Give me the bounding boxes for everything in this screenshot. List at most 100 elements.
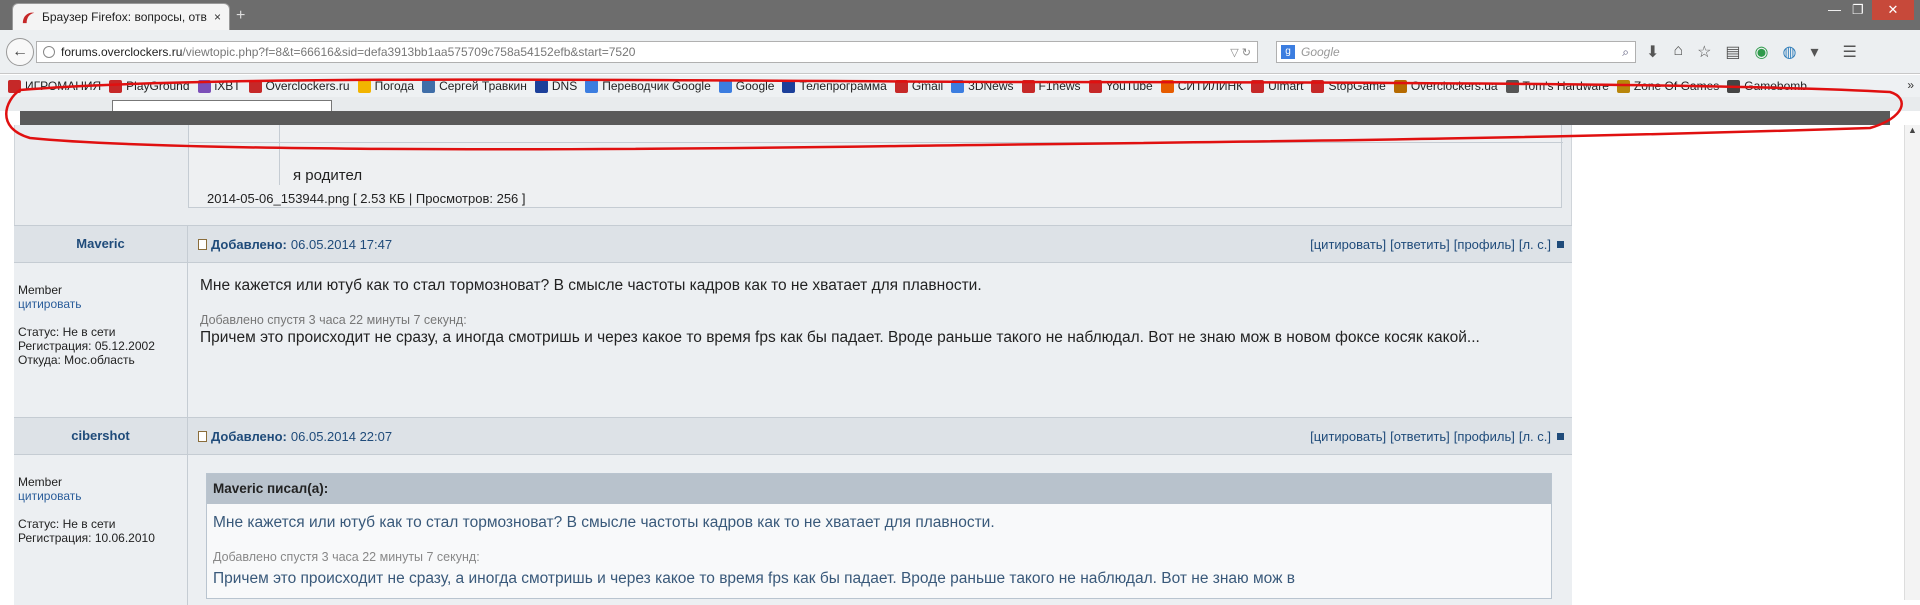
scroll-up-icon[interactable]: ▲: [1905, 125, 1920, 135]
bookmark-item[interactable]: Сергей Травкин: [422, 79, 527, 93]
minimize-button[interactable]: —: [1828, 2, 1841, 17]
bookmark-item[interactable]: Tom's Hardware: [1505, 79, 1609, 93]
google-search-engine-icon[interactable]: g: [1281, 45, 1295, 59]
title-bar: Браузер Firefox: вопросы, отв... × + — ❐…: [0, 0, 1920, 30]
pm-button[interactable]: [л. с.]: [1519, 429, 1551, 444]
quote-body: Мне кажется или ютуб как то стал тормозн…: [207, 504, 1551, 598]
post-doc-icon[interactable]: [198, 431, 207, 442]
bookmark-label: PlayGround: [126, 79, 190, 93]
post-message: Мне кажется или ютуб как то стал тормозн…: [200, 277, 982, 294]
back-button[interactable]: ←: [6, 38, 34, 66]
bookmark-favicon-icon: [1393, 79, 1407, 93]
tab-title: Браузер Firefox: вопросы, отв...: [42, 10, 208, 24]
navigation-toolbar: ← forums.overclockers.ru /viewtopic.php?…: [0, 30, 1920, 74]
bookmark-star-icon[interactable]: ☆: [1697, 42, 1711, 62]
back-arrow-icon: ←: [12, 43, 28, 60]
bookmarks-menu-icon[interactable]: ▤: [1725, 42, 1740, 62]
bookmark-favicon-icon: [1021, 79, 1035, 93]
bookmark-favicon-icon: [951, 79, 965, 93]
added-label: Добавлено:: [211, 429, 287, 444]
home-icon[interactable]: ⌂: [1673, 42, 1683, 62]
new-tab-button[interactable]: +: [236, 7, 245, 25]
bookmark-favicon-icon: [357, 79, 371, 93]
bookmark-item[interactable]: DNS: [534, 79, 578, 93]
page-scrollbar[interactable]: ▲: [1904, 125, 1920, 600]
bookmark-item[interactable]: iXBT: [197, 79, 241, 93]
forum-page: я родител 2014-05-06_153944.png [ 2.53 К…: [0, 125, 1920, 605]
restore-button[interactable]: ❐: [1852, 2, 1864, 18]
reload-icon[interactable]: ▽ ↻: [1230, 46, 1251, 59]
bookmark-item[interactable]: Переводчик Google: [585, 79, 711, 93]
dropdown-icon[interactable]: ▾: [1810, 42, 1818, 62]
bookmark-item[interactable]: ИГРОМАНИЯ: [8, 79, 101, 93]
quote-button[interactable]: [цитировать]: [1310, 237, 1386, 252]
address-bar[interactable]: forums.overclockers.ru /viewtopic.php?f=…: [36, 41, 1258, 63]
quote-link[interactable]: цитировать: [18, 297, 183, 311]
search-bar[interactable]: g Google ⌕: [1276, 41, 1636, 63]
tab-close-button[interactable]: ×: [214, 10, 221, 24]
bookmark-item[interactable]: СИТИЛИНК: [1160, 79, 1243, 93]
quote-button[interactable]: [цитировать]: [1310, 429, 1386, 444]
download-icon[interactable]: ⬇: [1646, 42, 1659, 62]
yandex-search-field[interactable]: [112, 100, 332, 111]
search-placeholder: Google: [1301, 45, 1340, 59]
reply-button[interactable]: [ответить]: [1390, 429, 1450, 444]
bookmark-item[interactable]: Погода: [357, 79, 415, 93]
bookmark-item[interactable]: Ulmart: [1251, 79, 1303, 93]
bookmark-label: Переводчик Google: [602, 79, 711, 93]
bookmark-item[interactable]: Gmail: [894, 79, 943, 93]
bookmark-item[interactable]: Gamebomb: [1727, 79, 1807, 93]
author-registered: Регистрация: 05.12.2002: [18, 339, 155, 353]
site-identity-icon[interactable]: [43, 46, 55, 58]
quote-edited-note: Добавлено спустя 3 часа 22 минуты 7 секу…: [213, 550, 480, 564]
search-icon[interactable]: ⌕: [1622, 45, 1629, 60]
bookmark-item[interactable]: Zone Of Games: [1616, 79, 1719, 93]
post-message-continued: Причем это происходит не сразу, а иногда…: [200, 329, 1480, 346]
jump-top-icon[interactable]: [1557, 241, 1564, 248]
post-actions: [цитировать] [ответить] [профиль] [л. с.…: [1310, 237, 1564, 252]
quote-link[interactable]: цитировать: [18, 489, 183, 503]
bookmark-item[interactable]: Телепрограмма: [782, 79, 887, 93]
post-author[interactable]: cibershot: [14, 418, 188, 454]
bookmark-label: DNS: [551, 79, 578, 93]
bookmarks-overflow-button[interactable]: »: [1907, 78, 1914, 92]
bookmark-item[interactable]: PlayGround: [109, 79, 190, 93]
bookmark-favicon-icon: [1311, 79, 1325, 93]
bookmark-favicon-icon: [422, 79, 436, 93]
extension-globe-icon[interactable]: ◍: [1783, 42, 1797, 62]
jump-top-icon[interactable]: [1557, 433, 1564, 440]
post-body: Member цитировать Статус: Не в сети Реги…: [14, 263, 1572, 419]
bookmark-label: Overclockers.ru: [265, 79, 350, 93]
post-author[interactable]: Maveric: [14, 226, 188, 262]
bookmark-item[interactable]: Google: [718, 79, 775, 93]
post-doc-icon[interactable]: [198, 239, 207, 250]
bookmark-label: Google: [735, 79, 775, 93]
bookmark-item[interactable]: StopGame: [1311, 79, 1386, 93]
bookmark-label: Погода: [374, 79, 415, 93]
bookmark-item[interactable]: 3DNews: [951, 79, 1014, 93]
menu-icon[interactable]: ☰: [1843, 42, 1857, 62]
browser-tab[interactable]: Браузер Firefox: вопросы, отв... ×: [12, 3, 230, 30]
bookmark-label: Телепрограмма: [799, 79, 887, 93]
bookmark-item[interactable]: Overclockers.ru: [248, 79, 350, 93]
bookmark-favicon-icon: [1160, 79, 1174, 93]
pm-button[interactable]: [л. с.]: [1519, 237, 1551, 252]
author-status: Статус: Не в сети: [18, 517, 116, 531]
profile-button[interactable]: [профиль]: [1454, 237, 1515, 252]
quote-text: Мне кажется или ютуб как то стал тормозн…: [213, 514, 995, 531]
attachment-caption: я родител: [293, 167, 363, 184]
post-date-value: 06.05.2014 22:07: [290, 429, 393, 444]
profile-button[interactable]: [профиль]: [1454, 429, 1515, 444]
attachment-filename[interactable]: 2014-05-06_153944.png [ 2.53 КБ | Просмо…: [207, 191, 526, 206]
post-date-value: 06.05.2014 17:47: [290, 237, 393, 252]
bookmark-label: Overclockers.ua: [1410, 79, 1498, 93]
bookmark-favicon-icon: [248, 79, 262, 93]
sync-icon[interactable]: ◉: [1755, 42, 1769, 62]
close-window-button[interactable]: ✕: [1872, 0, 1914, 20]
post-actions: [цитировать] [ответить] [профиль] [л. с.…: [1310, 429, 1564, 444]
bookmark-item[interactable]: Overclockers.ua: [1393, 79, 1498, 93]
reply-button[interactable]: [ответить]: [1390, 237, 1450, 252]
bookmark-item[interactable]: F1news: [1021, 79, 1081, 93]
bookmark-favicon-icon: [1088, 79, 1102, 93]
bookmark-item[interactable]: YouTube: [1088, 79, 1153, 93]
